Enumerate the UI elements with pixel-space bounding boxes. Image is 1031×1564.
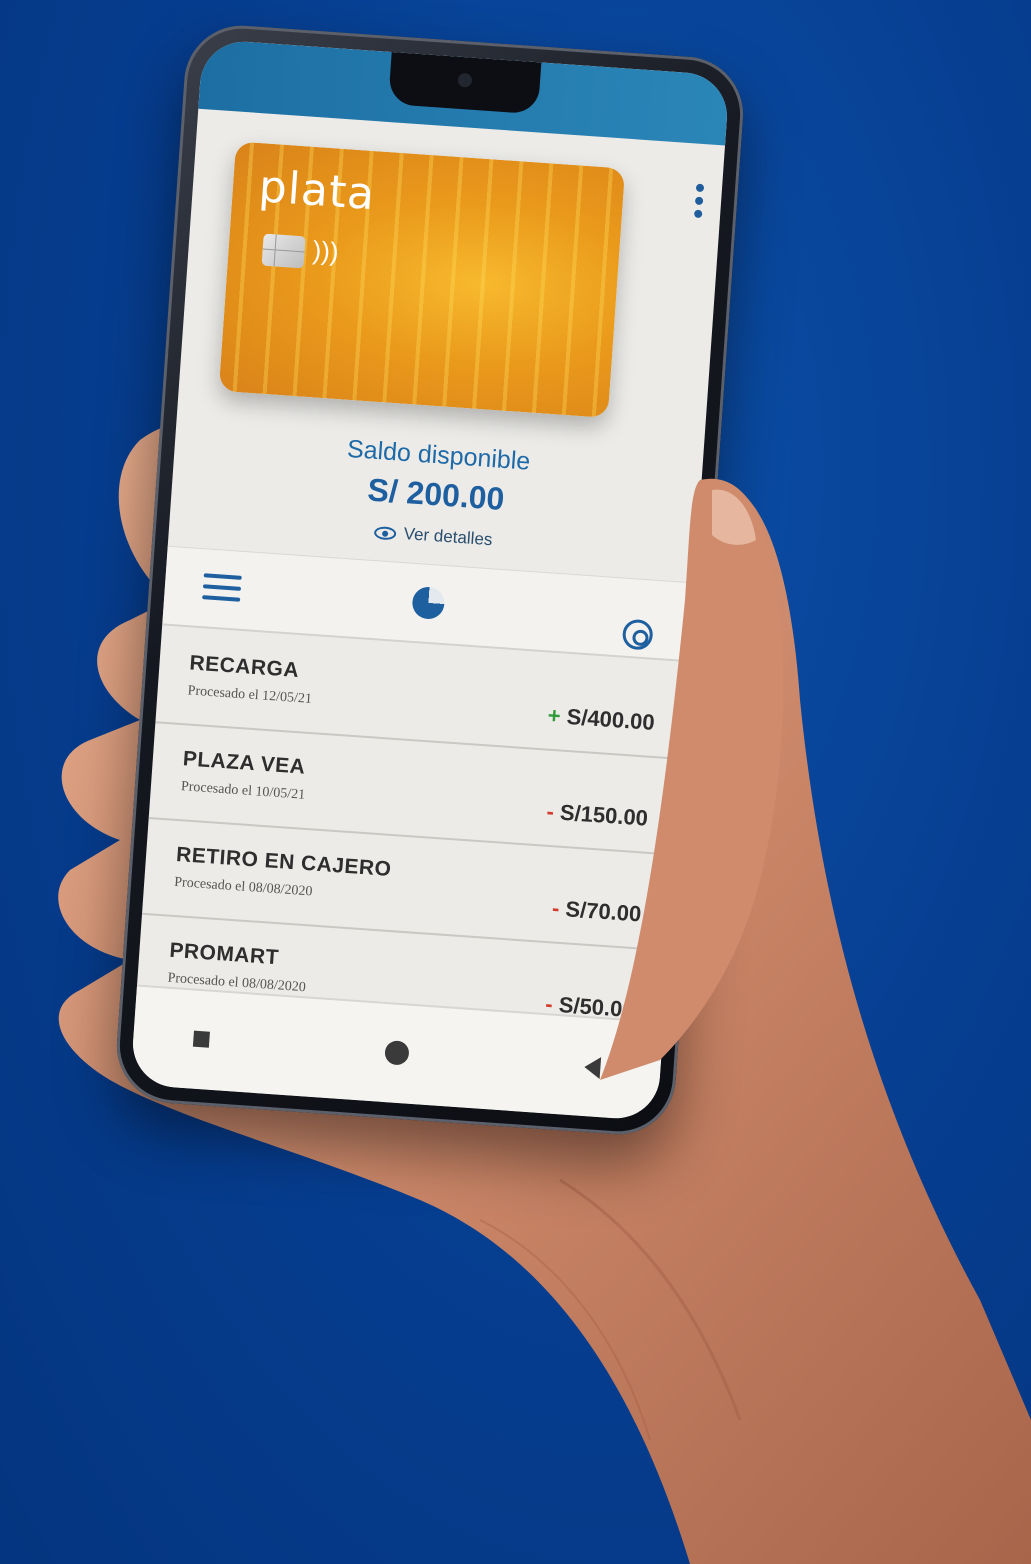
phone-device: plata ))) Saldo disponible S/ 200.00 Ver…	[113, 21, 747, 1139]
pie-chart-icon[interactable]	[411, 585, 446, 621]
amount-value: S/400.00	[565, 703, 656, 735]
card-brand-logo: plata	[257, 161, 377, 221]
gear-icon[interactable]	[621, 618, 654, 651]
scene: plata ))) Saldo disponible S/ 200.00 Ver…	[0, 0, 1031, 1564]
amount-sign: -	[545, 798, 555, 825]
contactless-icon: )))	[311, 235, 340, 267]
phone-screen: plata ))) Saldo disponible S/ 200.00 Ver…	[130, 38, 730, 1122]
phone-frame: plata ))) Saldo disponible S/ 200.00 Ver…	[113, 21, 747, 1139]
camera-notch	[388, 52, 542, 115]
back-icon[interactable]	[583, 1055, 602, 1080]
amount-sign: -	[551, 895, 561, 921]
view-details-label: Ver detalles	[403, 524, 494, 550]
recent-apps-icon[interactable]	[192, 1030, 210, 1048]
transaction-list: RECARGA Procesado el 12/05/21 + S/400.00…	[135, 627, 689, 1048]
transaction-amount: + S/400.00	[547, 703, 656, 736]
hamburger-menu-icon[interactable]	[202, 573, 242, 609]
prepaid-card[interactable]: plata )))	[218, 141, 626, 419]
card-chip-icon	[261, 233, 306, 269]
transaction-amount: - S/150.00	[546, 799, 649, 832]
amount-value: S/150.00	[559, 799, 649, 831]
more-options-icon[interactable]	[693, 183, 707, 224]
transaction-amount: - S/70.00	[551, 895, 642, 927]
amount-value: S/70.00	[564, 896, 643, 927]
home-icon[interactable]	[384, 1040, 410, 1066]
amount-sign: +	[546, 702, 562, 729]
eye-icon	[373, 525, 397, 541]
